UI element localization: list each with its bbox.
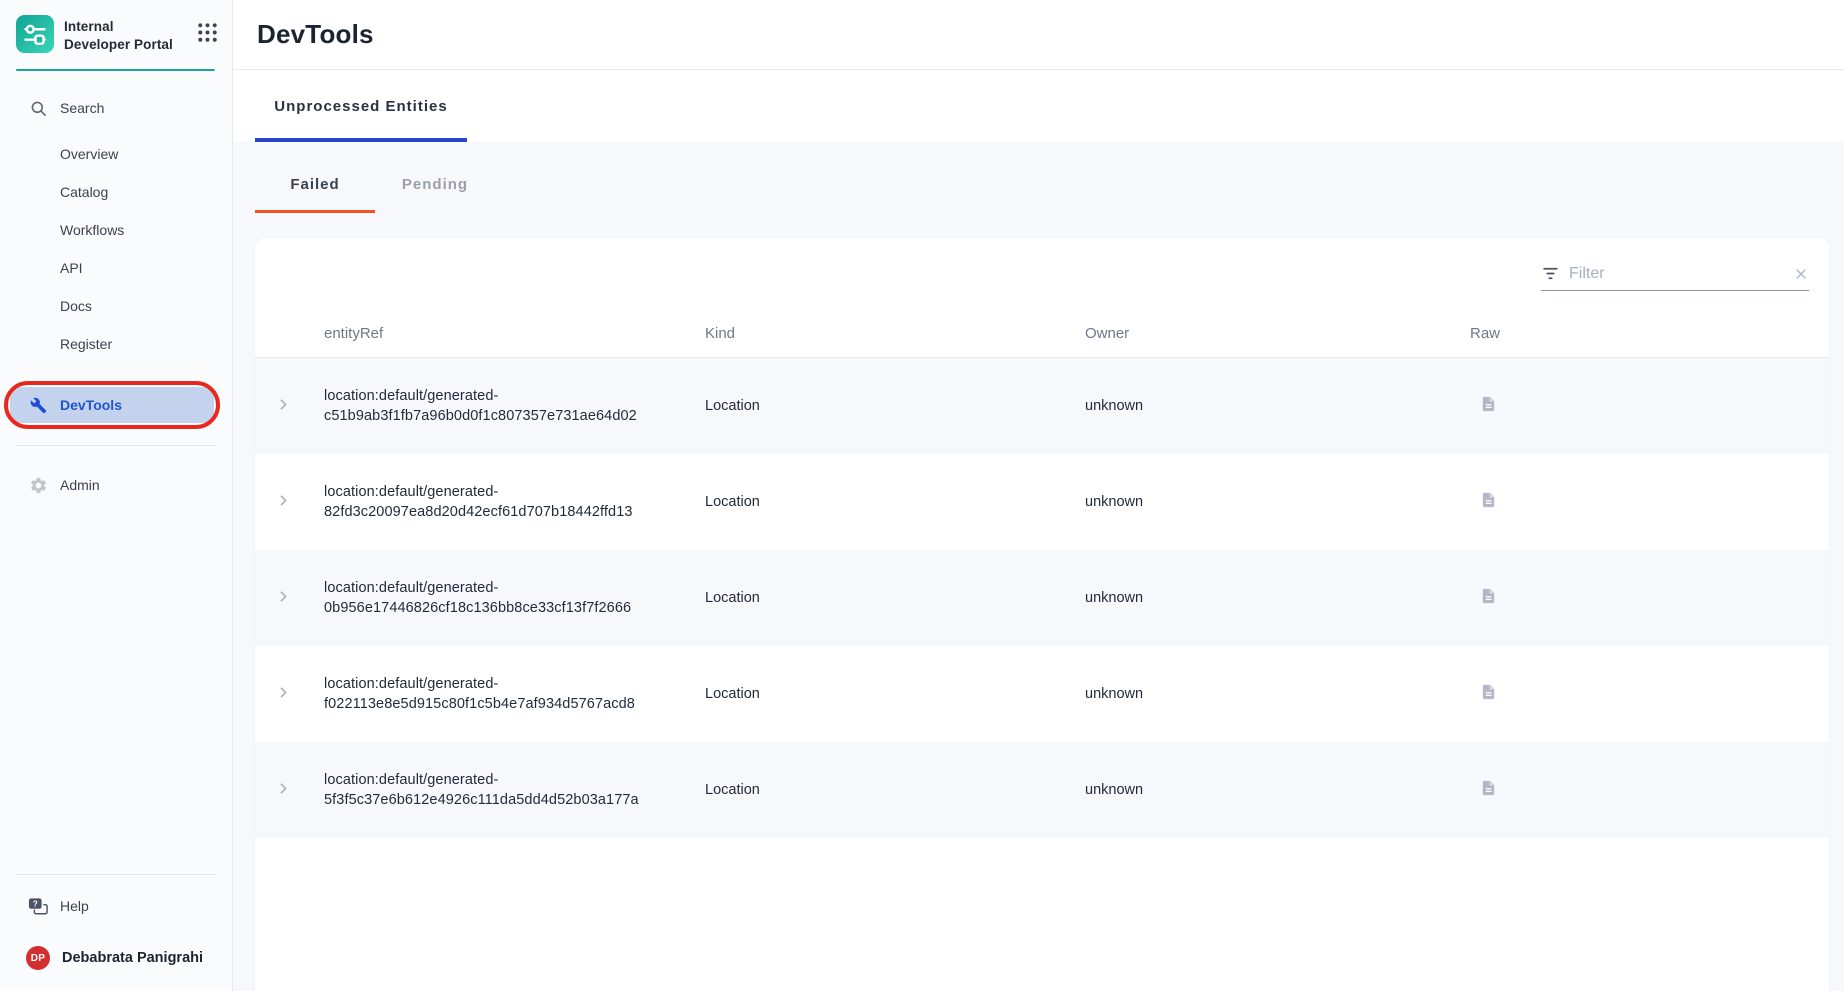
brand-divider [16,69,215,72]
document-icon [1480,682,1497,702]
sidebar-item-label: Help [60,898,89,914]
entity-ref: location:default/generated-82fd3c20097ea… [324,482,705,523]
sidebar-item-label: Overview [60,146,118,162]
filter-input[interactable] [1569,265,1784,283]
tab-pending[interactable]: Pending [375,154,495,215]
user-menu[interactable]: DP Debabrata Panigrahi [0,939,232,977]
entity-kind: Location [705,686,1085,702]
app-title: Internal Developer Portal [64,15,180,54]
sidebar-item-label: Docs [60,298,92,314]
entity-owner: unknown [1085,590,1470,606]
chevron-right-icon [275,492,292,509]
entity-owner: unknown [1085,398,1470,414]
sidebar-divider [16,874,216,875]
sidebar-item-label: Workflows [60,222,124,238]
sidebar-item-devtools[interactable]: DevTools [10,387,214,423]
brand-home-link[interactable]: Internal Developer Portal [0,0,232,54]
wrench-icon [28,395,48,415]
chevron-right-icon [275,588,292,605]
view-raw-button[interactable] [1480,394,1497,414]
sidebar-item-label: Catalog [60,184,108,200]
sidebar-nav: Search Overview Catalog Workflows API Do… [0,89,232,504]
view-raw-button[interactable] [1480,586,1497,606]
entity-ref: location:default/generated-0b956e1744682… [324,578,705,619]
expand-row-button[interactable] [275,684,292,701]
sidebar-item-admin[interactable]: Admin [0,466,232,504]
column-header-entityref: entityRef [324,325,705,342]
sidebar-item-label: Search [60,100,104,116]
table-toolbar [255,238,1829,310]
expand-row-button[interactable] [275,780,292,797]
app-root: Internal Developer Portal Search [0,0,1844,991]
sidebar-item-help[interactable]: ? Help [0,889,232,923]
page-title: DevTools [257,19,374,50]
table-header-row: entityRef Kind Owner Raw [255,310,1829,358]
table-row[interactable]: location:default/generated-c51b9ab3f1fb7… [255,358,1829,454]
document-icon [1480,490,1497,510]
sidebar-item-api[interactable]: API [0,249,232,287]
entity-owner: unknown [1085,494,1470,510]
view-raw-button[interactable] [1480,490,1497,510]
document-icon [1480,394,1497,414]
view-raw-button[interactable] [1480,778,1497,798]
view-raw-button[interactable] [1480,682,1497,702]
search-icon [28,98,48,118]
entity-kind: Location [705,590,1085,606]
entity-owner: unknown [1085,782,1470,798]
page-header: DevTools [233,0,1844,70]
table-row[interactable]: location:default/generated-f022113e8e5d9… [255,646,1829,742]
expand-row-button[interactable] [275,588,292,605]
expand-row-button[interactable] [275,492,292,509]
document-icon [1480,586,1497,606]
sidebar-item-label: Register [60,336,112,352]
user-name: Debabrata Panigrahi [62,950,203,966]
entity-kind: Location [705,494,1085,510]
portal-logo-icon [16,15,54,53]
clear-filter-button[interactable] [1793,266,1809,282]
filter-list-icon [1541,264,1560,283]
table-row[interactable]: location:default/generated-82fd3c20097ea… [255,454,1829,550]
entity-owner: unknown [1085,686,1470,702]
grid-dots-icon[interactable] [197,22,218,43]
document-icon [1480,778,1497,798]
chat-question-icon: ? [28,896,48,916]
sub-tab-bar: Failed Pending [233,142,1844,215]
chevron-right-icon [275,684,292,701]
sidebar-item-label: Admin [60,477,100,493]
sidebar-divider [16,445,216,446]
gear-icon [28,475,48,495]
column-header-raw: Raw [1470,325,1829,342]
sidebar-item-label: API [60,260,83,276]
close-icon [1793,266,1809,282]
sidebar-item-search[interactable]: Search [0,89,232,127]
table-row[interactable]: location:default/generated-5f3f5c37e6b61… [255,742,1829,838]
entity-kind: Location [705,398,1085,414]
expand-row-button[interactable] [275,396,292,413]
main-content: DevTools Unprocessed Entities Failed Pen… [233,0,1844,991]
sidebar-item-docs[interactable]: Docs [0,287,232,325]
table-row[interactable]: location:default/generated-0b956e1744682… [255,550,1829,646]
entity-ref: location:default/generated-f022113e8e5d9… [324,674,705,715]
entity-kind: Location [705,782,1085,798]
filter-field [1541,264,1809,291]
tab-unprocessed-entities[interactable]: Unprocessed Entities [255,70,467,142]
avatar: DP [26,946,50,970]
sidebar-item-catalog[interactable]: Catalog [0,173,232,211]
sidebar-item-workflows[interactable]: Workflows [0,211,232,249]
svg-text:?: ? [33,899,38,908]
entities-table-card: entityRef Kind Owner Raw location:defaul… [255,238,1829,991]
entity-ref: location:default/generated-5f3f5c37e6b61… [324,770,705,811]
sidebar-bottom: ? Help DP Debabrata Panigrahi [0,874,232,991]
sidebar-item-register[interactable]: Register [0,325,232,363]
chevron-right-icon [275,396,292,413]
sidebar: Internal Developer Portal Search [0,0,233,991]
entity-ref: location:default/generated-c51b9ab3f1fb7… [324,386,705,427]
primary-tab-bar: Unprocessed Entities [233,70,1844,142]
sidebar-item-overview[interactable]: Overview [0,135,232,173]
chevron-right-icon [275,780,292,797]
sidebar-item-label: DevTools [60,397,122,413]
column-header-kind: Kind [705,325,1085,342]
column-header-owner: Owner [1085,325,1470,342]
tab-failed[interactable]: Failed [255,154,375,215]
